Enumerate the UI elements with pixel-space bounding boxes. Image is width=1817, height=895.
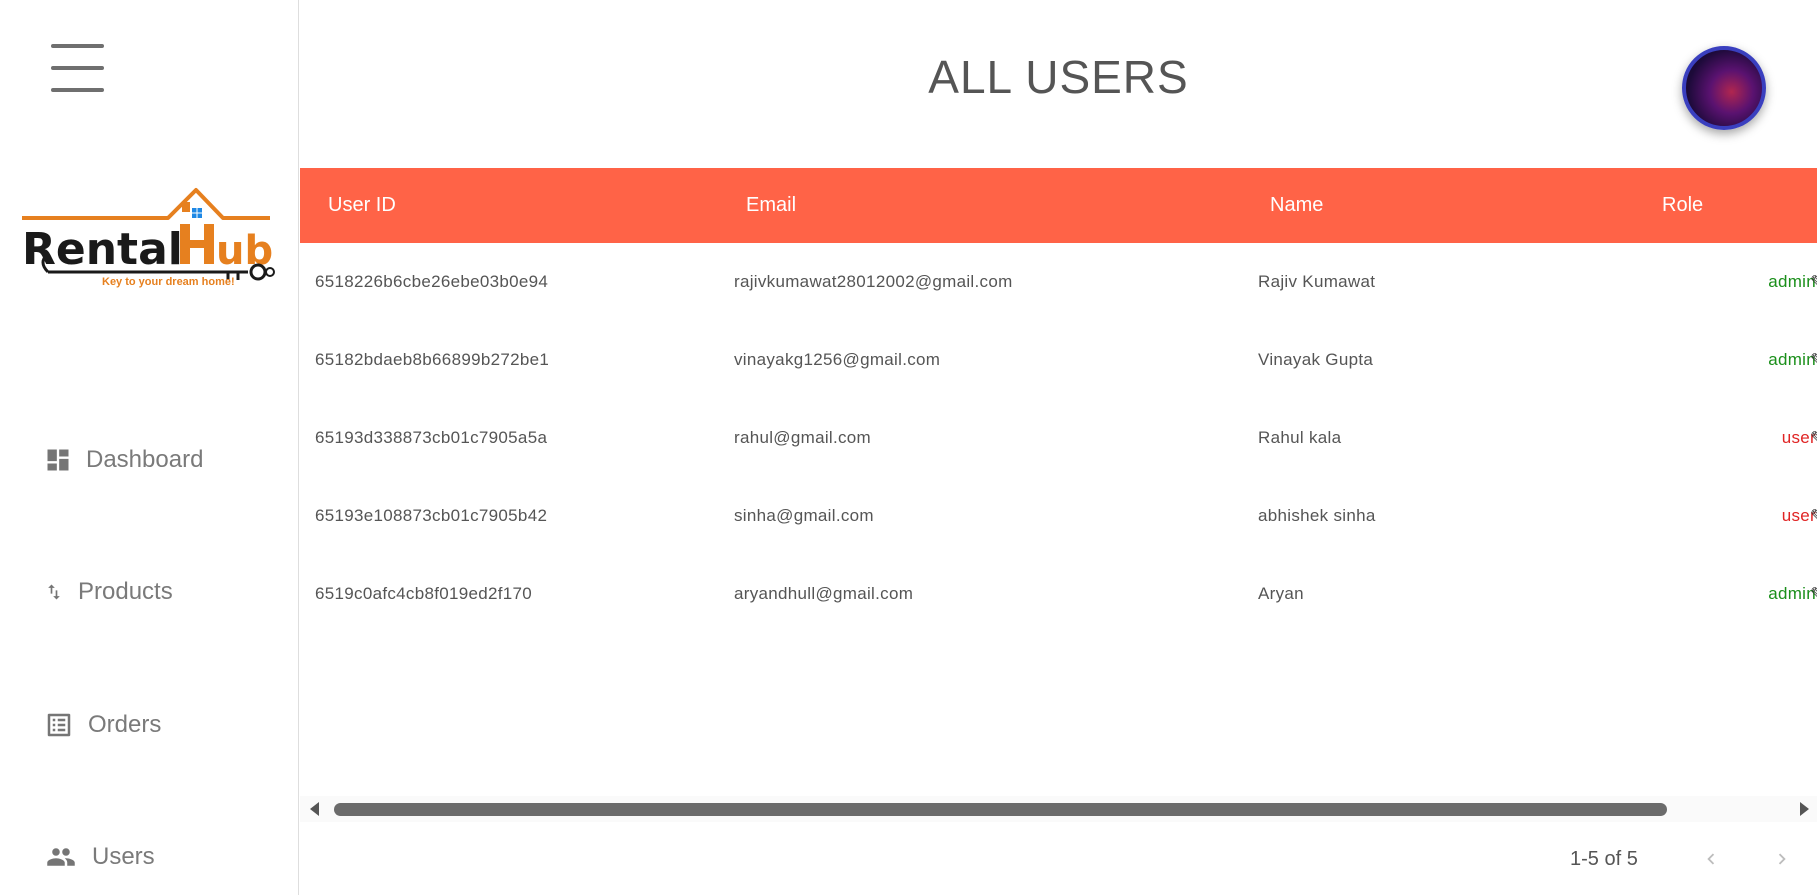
cell-user-id: 65182bdaeb8b66899b272be1 [315, 350, 550, 369]
cell-name: Aryan [1258, 584, 1304, 603]
sidebar-item-orders[interactable]: Orders [44, 710, 161, 740]
menu-hamburger-icon[interactable] [51, 44, 104, 94]
sidebar: Rental ub Key to your dream home! Dashbo… [0, 0, 299, 895]
pagination-range: 1-5 of 5 [1570, 848, 1638, 870]
cell-role: user [1781, 428, 1816, 447]
avatar[interactable] [1682, 46, 1766, 130]
rentalhub-logo[interactable]: Rental ub Key to your dream home! [18, 184, 276, 294]
svg-text:Rental: Rental [22, 224, 183, 275]
next-page-button[interactable] [1767, 844, 1797, 874]
dashboard-icon [44, 446, 72, 474]
cell-name: Rajiv Kumawat [1258, 272, 1376, 291]
horizontal-scrollbar[interactable] [300, 796, 1817, 822]
table-row[interactable]: 6519c0afc4cb8f019ed2f170 aryandhull@gmai… [300, 555, 1817, 633]
cell-user-id: 6519c0afc4cb8f019ed2f170 [315, 584, 533, 603]
cell-role: user [1781, 506, 1816, 525]
sidebar-item-label: Dashboard [86, 446, 204, 473]
cell-name: Rahul kala [1258, 428, 1342, 447]
chevron-right-icon [1778, 853, 1786, 865]
edit-icon[interactable]: ✎ [1810, 555, 1817, 633]
previous-page-button[interactable] [1696, 844, 1726, 874]
sidebar-item-users[interactable]: Users [44, 842, 155, 872]
cell-role: admin [1768, 350, 1816, 369]
swap-vert-icon [44, 580, 64, 604]
cell-user-id: 65193e108873cb01c7905b42 [315, 506, 548, 525]
page-title: ALL USERS [928, 51, 1189, 103]
people-icon [44, 842, 78, 872]
sidebar-item-products[interactable]: Products [44, 578, 173, 606]
scroll-right-icon[interactable] [1800, 802, 1809, 816]
sidebar-item-label: Products [78, 578, 173, 605]
cell-email: aryandhull@gmail.com [734, 584, 914, 603]
edit-icon[interactable]: ✎ [1810, 243, 1817, 321]
column-header-email[interactable]: Email [746, 168, 796, 243]
cell-role: admin [1768, 584, 1816, 603]
sidebar-item-dashboard[interactable]: Dashboard [44, 446, 203, 474]
sidebar-item-label: Users [92, 843, 155, 870]
logo-tagline: Key to your dream home! [102, 276, 235, 288]
column-header-role[interactable]: Role [1662, 168, 1703, 243]
scrollbar-thumb[interactable] [334, 803, 1667, 816]
chevron-left-icon [1707, 853, 1715, 865]
column-header-name[interactable]: Name [1270, 168, 1323, 243]
edit-icon[interactable]: ✎ [1810, 321, 1817, 399]
cell-email: rahul@gmail.com [734, 428, 872, 447]
cell-name: Vinayak Gupta [1258, 350, 1374, 369]
edit-icon[interactable]: ✎ [1810, 399, 1817, 477]
table-header: User ID Email Name Role [300, 168, 1817, 243]
scroll-left-icon[interactable] [310, 802, 319, 816]
cell-email: vinayakg1256@gmail.com [734, 350, 941, 369]
column-header-user-id[interactable]: User ID [328, 168, 396, 243]
list-alt-icon [44, 710, 74, 740]
cell-user-id: 65193d338873cb01c7905a5a [315, 428, 548, 447]
table-row[interactable]: 65193d338873cb01c7905a5a rahul@gmail.com… [300, 399, 1817, 477]
cell-email: rajivkumawat28012002@gmail.com [734, 272, 1013, 291]
cell-user-id: 6518226b6cbe26ebe03b0e94 [315, 272, 549, 291]
sidebar-item-label: Orders [88, 711, 162, 738]
users-table: User ID Email Name Role 6518226b6cbe26eb… [300, 168, 1817, 633]
edit-icon[interactable]: ✎ [1810, 477, 1817, 555]
cell-email: sinha@gmail.com [734, 506, 874, 525]
table-row[interactable]: 6518226b6cbe26ebe03b0e94 rajivkumawat280… [300, 243, 1817, 321]
cell-name: abhishek sinha [1258, 506, 1376, 525]
table-row[interactable]: 65182bdaeb8b66899b272be1 vinayakg1256@gm… [300, 321, 1817, 399]
table-row[interactable]: 65193e108873cb01c7905b42 sinha@gmail.com… [300, 477, 1817, 555]
cell-role: admin [1768, 272, 1816, 291]
